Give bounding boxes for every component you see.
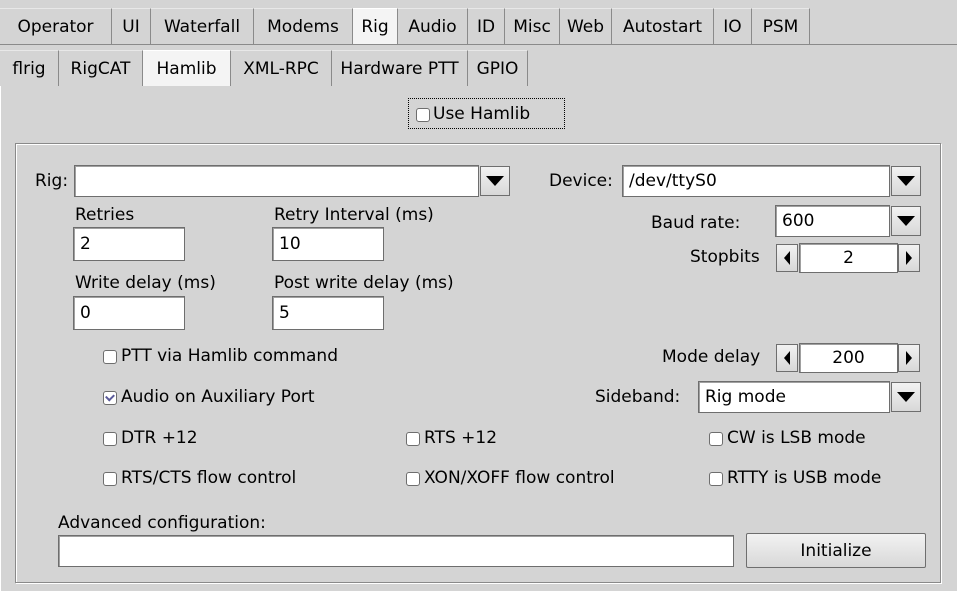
rts-cts-label: RTS/CTS flow control bbox=[121, 468, 297, 488]
tab-web[interactable]: Web bbox=[560, 8, 612, 44]
tab-misc[interactable]: Misc bbox=[505, 8, 560, 44]
arrow-right-icon bbox=[906, 351, 912, 365]
baud-rate-label: Baud rate: bbox=[651, 213, 741, 233]
sideband-dropdown-button[interactable] bbox=[891, 382, 921, 412]
ptt-hamlib-checkbox[interactable] bbox=[103, 350, 117, 364]
device-dropdown-button[interactable] bbox=[891, 166, 921, 196]
tab-io[interactable]: IO bbox=[714, 8, 752, 44]
main-tab-bar: Operator UI Waterfall Modems Rig Audio I… bbox=[0, 8, 810, 44]
chevron-down-icon bbox=[897, 392, 915, 402]
mode-delay-value[interactable]: 200 bbox=[799, 343, 898, 373]
device-select[interactable]: /dev/ttyS0 bbox=[622, 165, 890, 197]
rts-label: RTS +12 bbox=[424, 428, 498, 448]
rig-select[interactable] bbox=[74, 165, 479, 197]
audio-aux-checkbox[interactable] bbox=[103, 391, 117, 405]
tab-id[interactable]: ID bbox=[468, 8, 505, 44]
stopbits-increment[interactable] bbox=[898, 244, 920, 272]
rig-dropdown-button[interactable] bbox=[480, 166, 510, 196]
stopbits-decrement[interactable] bbox=[776, 244, 798, 272]
tab-rigcat[interactable]: RigCAT bbox=[59, 50, 143, 86]
tab-xml-rpc[interactable]: XML-RPC bbox=[231, 50, 332, 86]
xon-xoff-checkbox[interactable] bbox=[406, 472, 420, 486]
use-hamlib-label: Use Hamlib bbox=[433, 104, 531, 124]
chevron-down-icon bbox=[897, 216, 915, 226]
tab-autostart[interactable]: Autostart bbox=[612, 8, 714, 44]
rts-checkbox[interactable] bbox=[406, 432, 420, 446]
arrow-left-icon bbox=[784, 251, 790, 265]
post-write-delay-input[interactable]: 5 bbox=[272, 296, 384, 330]
cw-lsb-label: CW is LSB mode bbox=[727, 428, 866, 448]
post-write-delay-label: Post write delay (ms) bbox=[274, 273, 454, 293]
mode-delay-label: Mode delay bbox=[662, 347, 761, 367]
advanced-config-label: Advanced configuration: bbox=[58, 513, 266, 533]
sideband-label: Sideband: bbox=[595, 387, 681, 407]
stopbits-label: Stopbits bbox=[690, 247, 760, 267]
rtty-usb-label: RTTY is USB mode bbox=[727, 468, 882, 488]
dtr-checkbox[interactable] bbox=[103, 432, 117, 446]
baud-rate-dropdown-button[interactable] bbox=[891, 206, 921, 236]
chevron-down-icon bbox=[897, 176, 915, 186]
retries-input[interactable]: 2 bbox=[73, 227, 185, 261]
mode-delay-increment[interactable] bbox=[898, 344, 920, 372]
tab-ui[interactable]: UI bbox=[112, 8, 151, 44]
baud-rate-select[interactable]: 600 bbox=[775, 205, 890, 237]
retry-interval-input[interactable]: 10 bbox=[272, 227, 384, 261]
tab-operator[interactable]: Operator bbox=[0, 8, 112, 44]
mode-delay-decrement[interactable] bbox=[776, 344, 798, 372]
tab-waterfall[interactable]: Waterfall bbox=[151, 8, 254, 44]
tab-hamlib[interactable]: Hamlib bbox=[143, 50, 231, 86]
use-hamlib-checkbox[interactable] bbox=[416, 108, 430, 122]
initialize-button[interactable]: Initialize bbox=[746, 533, 926, 568]
advanced-config-input[interactable] bbox=[58, 535, 734, 567]
tab-audio[interactable]: Audio bbox=[398, 8, 468, 44]
check-icon bbox=[105, 391, 115, 402]
tab-hardware-ptt[interactable]: Hardware PTT bbox=[332, 50, 468, 86]
tab-psm[interactable]: PSM bbox=[752, 8, 810, 44]
chevron-down-icon bbox=[486, 176, 504, 186]
arrow-left-icon bbox=[784, 351, 790, 365]
rtty-usb-checkbox[interactable] bbox=[709, 472, 723, 486]
audio-aux-label: Audio on Auxiliary Port bbox=[121, 387, 315, 407]
sideband-select[interactable]: Rig mode bbox=[698, 381, 890, 413]
write-delay-input[interactable]: 0 bbox=[73, 296, 185, 330]
device-label: Device: bbox=[549, 171, 613, 191]
tab-flrig[interactable]: flrig bbox=[0, 50, 59, 86]
cw-lsb-checkbox[interactable] bbox=[709, 432, 723, 446]
dtr-label: DTR +12 bbox=[121, 428, 198, 448]
rts-cts-checkbox[interactable] bbox=[103, 472, 117, 486]
write-delay-label: Write delay (ms) bbox=[75, 273, 216, 293]
xon-xoff-label: XON/XOFF flow control bbox=[424, 468, 615, 488]
arrow-right-icon bbox=[906, 251, 912, 265]
ptt-hamlib-label: PTT via Hamlib command bbox=[121, 346, 338, 366]
tab-gpio[interactable]: GPIO bbox=[468, 50, 528, 86]
tab-rig[interactable]: Rig bbox=[353, 8, 398, 44]
retry-interval-label: Retry Interval (ms) bbox=[274, 205, 434, 225]
retries-label: Retries bbox=[75, 205, 135, 225]
stopbits-value[interactable]: 2 bbox=[799, 243, 898, 273]
rig-label: Rig: bbox=[35, 171, 69, 191]
tab-modems[interactable]: Modems bbox=[254, 8, 353, 44]
rig-tab-bar: flrig RigCAT Hamlib XML-RPC Hardware PTT… bbox=[0, 50, 957, 86]
